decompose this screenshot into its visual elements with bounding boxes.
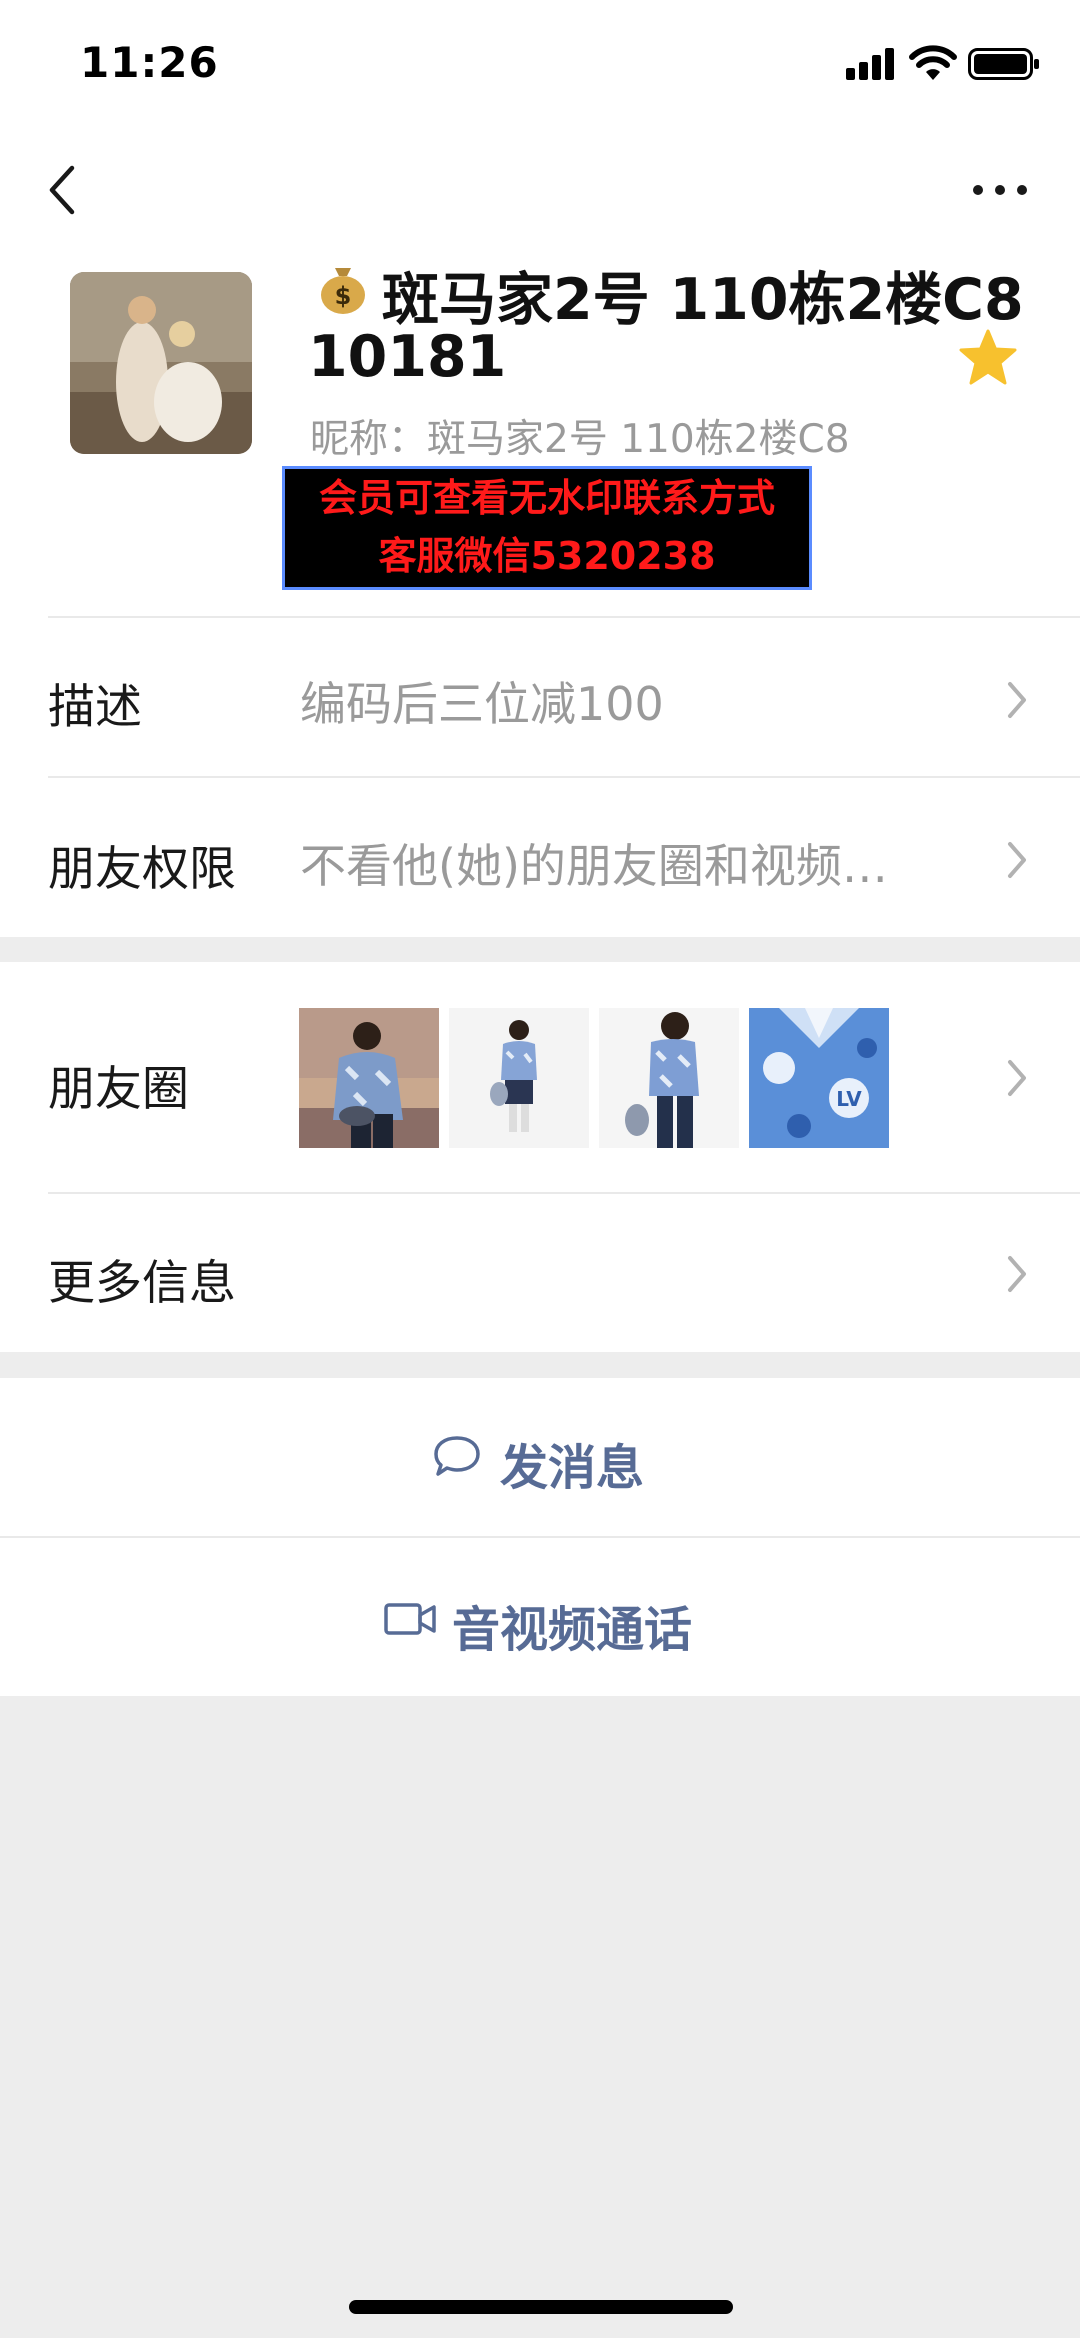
chevron-right-icon xyxy=(1008,842,1026,878)
moments-thumbnail xyxy=(599,1008,739,1148)
permissions-value: 不看他(她)的朋友圈和视频… xyxy=(300,839,888,893)
divider xyxy=(48,616,1080,618)
video-call-label: 音视频通话 xyxy=(452,1602,693,1658)
wifi-icon xyxy=(909,45,957,80)
svg-text:$: $ xyxy=(335,282,352,310)
video-camera-icon xyxy=(384,1603,436,1635)
description-label: 描述 xyxy=(48,680,142,735)
more-info-label: 更多信息 xyxy=(48,1256,236,1311)
star-favorite-icon[interactable] xyxy=(958,328,1018,386)
more-options-icon[interactable] xyxy=(970,175,1030,205)
back-arrow-icon[interactable] xyxy=(44,160,84,220)
moments-thumbnail xyxy=(299,1008,439,1148)
nickname-value: 斑马家2号 110栋2楼C8 xyxy=(427,417,850,462)
nickname-label: 昵称： xyxy=(310,417,428,462)
moments-label: 朋友圈 xyxy=(48,1062,189,1117)
avatar[interactable] xyxy=(70,272,252,454)
cellular-signal-icon xyxy=(846,48,898,80)
svg-text:LV: LV xyxy=(836,1087,862,1111)
money-bag-icon: $ xyxy=(321,268,365,314)
chat-bubble-icon xyxy=(434,1436,480,1476)
navigation-bar xyxy=(0,132,1080,252)
watermark-line1: 会员可查看无水印联系方式 xyxy=(318,476,775,520)
watermark-banner: 会员可查看无水印联系方式 客服微信5320238 xyxy=(282,466,812,590)
home-indicator xyxy=(349,2300,733,2314)
watermark-line2: 客服微信5320238 xyxy=(378,534,716,578)
contact-name-line2: 10181 xyxy=(308,324,507,390)
description-value: 编码后三位减100 xyxy=(300,677,664,731)
status-time: 11:26 xyxy=(80,38,219,87)
send-message-label: 发消息 xyxy=(500,1440,645,1496)
chevron-right-icon xyxy=(1008,1060,1026,1096)
chevron-right-icon xyxy=(1008,1256,1026,1292)
permissions-label: 朋友权限 xyxy=(48,842,236,897)
nickname: 昵称：斑马家2号 110栋2楼C8 xyxy=(310,408,850,464)
moments-thumbnail: LV xyxy=(749,1008,889,1148)
moments-thumbnail xyxy=(449,1008,589,1148)
chevron-right-icon xyxy=(1008,682,1026,718)
battery-icon xyxy=(968,48,1039,80)
